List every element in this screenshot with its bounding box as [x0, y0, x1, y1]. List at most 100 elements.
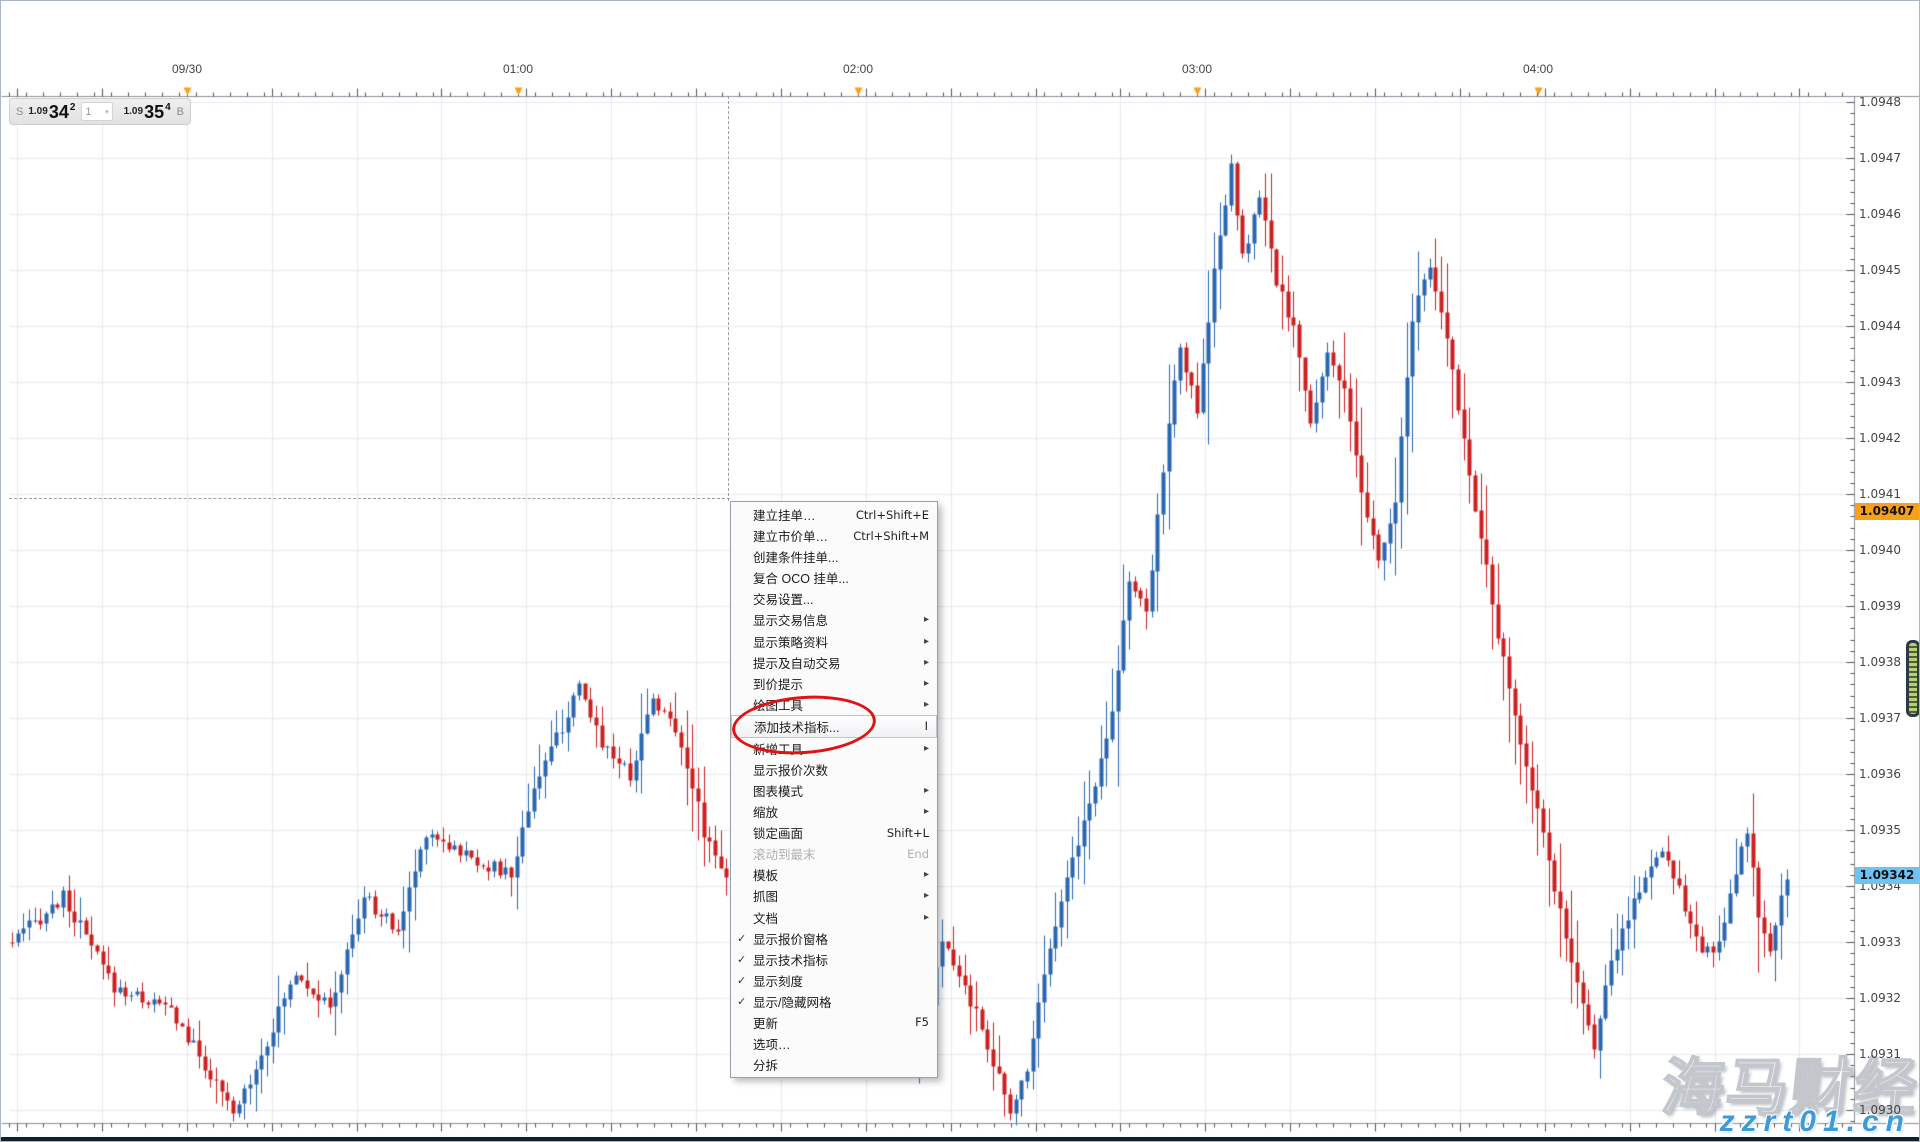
submenu-arrow-icon: ▸	[924, 912, 929, 923]
time-tick-label: 09/30	[172, 62, 202, 76]
buy-price-pips: 35	[144, 103, 164, 121]
menu-item-label: 选项…	[753, 1034, 791, 1053]
price-tick-label: 1.0939	[1859, 599, 1901, 613]
menu-item-label: 分拆	[753, 1055, 778, 1074]
price-tick-label: 1.0947	[1859, 151, 1901, 165]
menu-item-label: 模板	[753, 865, 778, 884]
submenu-arrow-icon: ▸	[924, 678, 929, 689]
chevron-down-icon: ▾	[105, 108, 109, 116]
price-tick-label: 1.0941	[1859, 487, 1901, 501]
submenu-arrow-icon: ▸	[924, 699, 929, 710]
menu-item-4[interactable]: 交易设置...	[731, 588, 937, 609]
buy-price-frac: 4	[165, 102, 171, 113]
menu-item-8[interactable]: 到价提示 ▸	[731, 673, 937, 694]
price-tick-label: 1.0930	[1859, 1103, 1901, 1117]
menu-item-shortcut: Shift+L	[887, 826, 929, 840]
price-marker-badge: 1.09407	[1855, 503, 1919, 520]
quantity-stepper[interactable]: 1 ▾	[81, 102, 112, 121]
menu-item-label: 创建条件挂单...	[753, 547, 838, 566]
menu-item-7[interactable]: 提示及自动交易 ▸	[731, 652, 937, 673]
menu-item-6[interactable]: 显示策略资料 ▸	[731, 630, 937, 651]
menu-item-5[interactable]: 显示交易信息 ▸	[731, 609, 937, 630]
menu-item-18[interactable]: 抓图 ▸	[731, 885, 937, 906]
price-tick-label: 1.0936	[1859, 767, 1901, 781]
quote-panel[interactable]: S 1.09 34 2 1 ▾ 1.09 35 4 B	[9, 98, 191, 125]
price-tick-label: 1.0938	[1859, 655, 1901, 669]
price-tick-label: 1.0940	[1859, 543, 1901, 557]
menu-item-label: 到价提示	[753, 674, 803, 693]
checkmark-icon: ✓	[737, 932, 746, 945]
menu-item-shortcut: Ctrl+Shift+M	[853, 529, 929, 543]
menu-item-label: 显示技术指标	[753, 950, 828, 969]
sell-label: S	[16, 106, 23, 118]
menu-item-shortcut: I	[925, 719, 928, 733]
submenu-arrow-icon: ▸	[924, 657, 929, 668]
menu-item-label: 显示策略资料	[753, 632, 828, 651]
menu-item-25[interactable]: 选项…	[731, 1033, 937, 1054]
menu-item-19[interactable]: 文档 ▸	[731, 906, 937, 927]
menu-item-label: 提示及自动交易	[753, 653, 841, 672]
menu-item-label: 显示报价窗格	[753, 929, 828, 948]
menu-item-label: 更新	[753, 1013, 778, 1032]
price-tick-label: 1.0933	[1859, 935, 1901, 949]
menu-item-label: 缩放	[753, 802, 778, 821]
price-tick-label: 1.0935	[1859, 823, 1901, 837]
sell-price-frac: 2	[70, 102, 76, 113]
checkmark-icon: ✓	[737, 974, 746, 987]
price-tick-label: 1.0937	[1859, 711, 1901, 725]
menu-item-label: 抓图	[753, 886, 778, 905]
candlestick-chart[interactable]	[1, 1, 1920, 1142]
menu-item-17[interactable]: 模板▸	[731, 864, 937, 885]
time-tick-label: 02:00	[843, 62, 873, 76]
price-tick-label: 1.0946	[1859, 207, 1901, 221]
menu-item-1[interactable]: 建立市价单… Ctrl+Shift+M	[731, 525, 937, 546]
menu-item-label: 文档	[753, 908, 778, 927]
menu-item-0[interactable]: 建立挂单… Ctrl+Shift+E	[731, 504, 937, 525]
menu-item-22[interactable]: ✓ 显示刻度	[731, 970, 937, 991]
menu-item-15[interactable]: 锁定画面 Shift+L	[731, 822, 937, 843]
menu-item-shortcut: Ctrl+Shift+E	[856, 508, 929, 522]
menu-item-label: 锁定画面	[753, 823, 803, 842]
submenu-arrow-icon: ▸	[924, 806, 929, 817]
chart-context-menu: 建立挂单… Ctrl+Shift+E 建立市价单… Ctrl+Shift+M 创建条件挂…	[730, 501, 938, 1078]
price-tick-label: 1.0944	[1859, 319, 1901, 333]
submenu-arrow-icon: ▸	[924, 743, 929, 754]
menu-item-14[interactable]: 缩放 ▸	[731, 801, 937, 822]
menu-item-23[interactable]: ✓ 显示/隐藏网格	[731, 991, 937, 1012]
time-tick-label: 04:00	[1523, 62, 1553, 76]
menu-item-20[interactable]: ✓ 显示报价窗格	[731, 928, 937, 949]
menu-item-label: 复合 OCO 挂单...	[753, 568, 849, 587]
menu-item-label: 显示刻度	[753, 971, 803, 990]
vertical-scrollbar-thumb[interactable]	[1906, 640, 1920, 717]
menu-item-label: 显示/隐藏网格	[753, 992, 831, 1011]
menu-item-21[interactable]: ✓ 显示技术指标	[731, 949, 937, 970]
checkmark-icon: ✓	[737, 995, 746, 1008]
menu-item-3[interactable]: 复合 OCO 挂单...	[731, 567, 937, 588]
sell-price-pips: 34	[49, 103, 69, 121]
submenu-arrow-icon: ▸	[924, 785, 929, 796]
menu-item-label: 建立市价单…	[753, 526, 828, 545]
menu-item-16: 滚动到最末End	[731, 843, 937, 864]
bottom-edge-strip	[1, 1137, 1919, 1142]
submenu-arrow-icon: ▸	[924, 614, 929, 625]
menu-item-24[interactable]: 更新F5	[731, 1012, 937, 1033]
menu-item-2[interactable]: 创建条件挂单...	[731, 546, 937, 567]
price-tick-label: 1.0932	[1859, 991, 1901, 1005]
submenu-arrow-icon: ▸	[924, 636, 929, 647]
menu-item-26[interactable]: 分拆	[731, 1054, 937, 1075]
price-tick-label: 1.0942	[1859, 431, 1901, 445]
price-tick-label: 1.0945	[1859, 263, 1901, 277]
time-tick-label: 03:00	[1182, 62, 1212, 76]
menu-item-13[interactable]: 图表模式 ▸	[731, 780, 937, 801]
submenu-arrow-icon: ▸	[924, 890, 929, 901]
menu-item-label: 建立挂单…	[753, 505, 816, 524]
menu-item-12[interactable]: 显示报价次数	[731, 759, 937, 780]
sell-price-prefix: 1.09	[28, 106, 47, 117]
menu-item-label: 显示交易信息	[753, 610, 828, 629]
quantity-value: 1	[85, 106, 91, 118]
menu-item-label: 图表模式	[753, 781, 803, 800]
checkmark-icon: ✓	[737, 953, 746, 966]
menu-item-shortcut: End	[907, 847, 929, 861]
time-tick-label: 01:00	[503, 62, 533, 76]
price-tick-label: 1.0948	[1859, 95, 1901, 109]
